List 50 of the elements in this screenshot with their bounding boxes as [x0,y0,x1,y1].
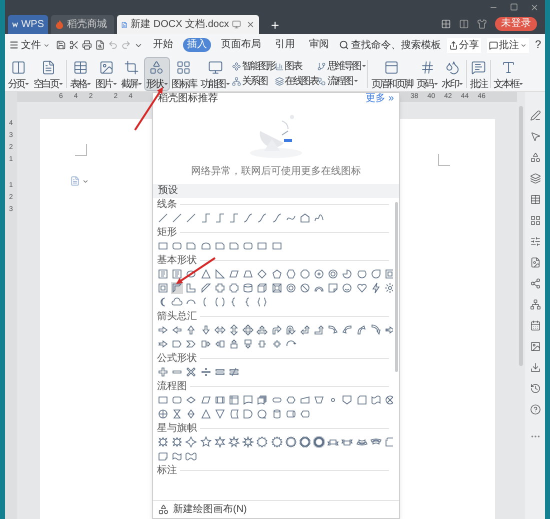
ribbon-button[interactable]: 形状 [144,56,170,90]
ribbon-button[interactable]: 页码 [414,56,440,90]
ribbon-button[interactable]: 页眉和页脚 [369,56,414,90]
section-title: 线条 [157,198,177,211]
more-link[interactable]: 更多 » [366,94,394,104]
section-title: 矩形 [157,226,177,239]
window-tab[interactable]: 稻壳商城 [51,15,114,34]
ribbon-button[interactable]: 表格 [68,56,94,90]
ribbon-button[interactable]: 功能图 [198,56,232,90]
ribbon-button[interactable]: 截屏 [118,56,144,90]
tab-label: 新建 DOCX 文档.docx [130,18,229,32]
tab-label: 稻壳商城 [67,18,107,32]
ribbon-button[interactable]: 图片 [93,56,119,90]
dropdown-title: 稻壳图标推荐 [158,94,218,104]
menu-tab[interactable]: 插入 [183,38,211,52]
menu-tab[interactable]: 页面布局 [217,38,265,52]
file-menu[interactable]: 文件 [9,38,50,52]
help-button[interactable]: ? [535,36,542,54]
search-command[interactable]: 查找命令、搜索模板 [339,38,441,52]
menu-tab[interactable]: 审阅 [305,38,333,52]
menu-tab[interactable]: 引用 [271,38,299,52]
tab-label: WPS [21,18,44,32]
network-error-message: 网络异常，联网后可使用更多在线图标 [190,166,362,178]
ribbon-button[interactable]: 水印 [440,56,466,90]
window-tab[interactable]: WPS [8,15,48,34]
new-canvas-item[interactable]: 新建绘图画布(N) [153,500,399,518]
window-tab[interactable]: 新建 DOCX 文档.docx [117,15,259,34]
ribbon-button[interactable]: 分页 [6,56,32,90]
login-button[interactable]: 未登录 [495,17,537,31]
ribbon-button[interactable]: 图表 [274,60,318,72]
ribbon-button[interactable]: 文本框 [492,56,526,90]
preset-header: 预设 [153,184,399,198]
ribbon-button[interactable]: 思维导图 [317,60,366,72]
share-button[interactable]: 分享 [447,38,481,52]
ribbon-button[interactable]: 智能图形 [232,60,275,72]
section-title: 标注 [157,464,177,477]
ribbon-button[interactable]: 流程图 [317,74,366,88]
section-title: 星与旗帜 [157,422,197,435]
ribbon-button[interactable]: 关系图 [232,74,275,88]
ribbon-button[interactable]: 在线图表 [274,74,318,88]
section-title: 公式形状 [157,352,197,365]
ribbon-button[interactable]: 图标库 [170,56,198,90]
ribbon-button[interactable]: 空白页 [31,56,66,90]
new-tab-button[interactable]: + [271,18,280,32]
section-title: 流程图 [157,380,187,393]
ribbon-button[interactable]: 批注 [468,56,489,90]
section-title: 箭头总汇 [157,310,197,323]
menu-tab[interactable]: 开始 [149,38,177,52]
comment-button[interactable]: 批注 [487,38,529,52]
section-title: 基本形状 [157,254,197,267]
